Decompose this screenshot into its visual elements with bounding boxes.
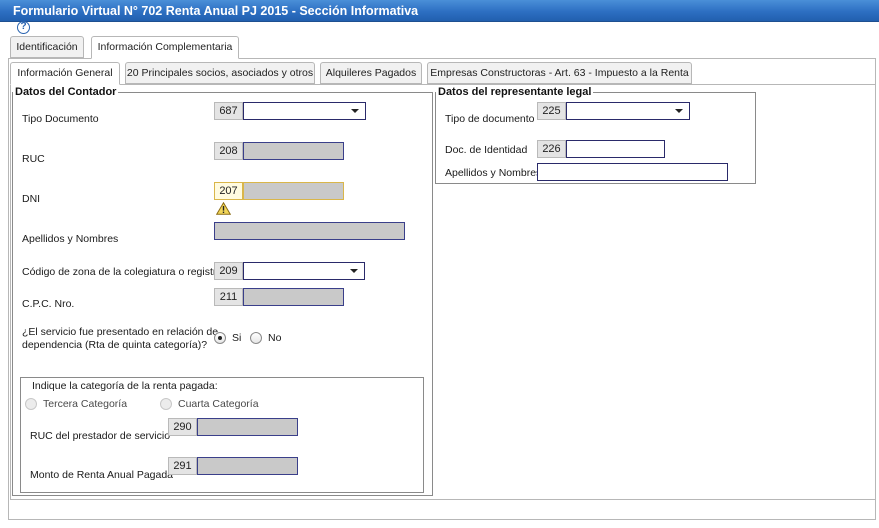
monto-renta-label: Monto de Renta Anual Pagada [30,469,174,481]
servicio-radio-no[interactable] [250,332,262,344]
cpc-input[interactable] [243,288,344,306]
servicio-label-no: No [268,332,282,344]
tipo-documento-code: 687 [214,102,243,120]
ruc-prestador-code: 290 [168,418,197,436]
servicio-label-si: Si [232,332,242,344]
colegiatura-code: 209 [214,262,243,280]
ruc-prestador-input[interactable] [197,418,298,436]
rep-tipo-documento-label: Tipo de documento [445,113,535,125]
apellidos-input[interactable] [214,222,405,240]
warning-icon [216,202,231,215]
colegiatura-label: Código de zona de la colegiatura o regis… [22,266,223,278]
rep-tipo-documento-select[interactable] [566,102,690,120]
ruc-input[interactable] [243,142,344,160]
categoria-radio-cuarta[interactable] [160,398,172,410]
tab-informacion-general[interactable]: Información General [10,62,120,85]
chevron-down-icon [675,109,683,113]
categoria-label-cuarta: Cuarta Categoría [178,398,259,410]
colegiatura-select[interactable] [243,262,365,280]
chevron-down-icon [350,269,358,273]
tab-empresas-constructoras[interactable]: Empresas Constructoras - Art. 63 - Impue… [427,62,692,84]
categoria-radio-tercera[interactable] [25,398,37,410]
servicio-question-line1: ¿El servicio fue presentado en relación … [22,326,219,338]
rep-apellidos-input[interactable] [537,163,728,181]
tab-alquileres-pagados[interactable]: Alquileres Pagados [320,62,422,84]
tab-identificacion[interactable]: Identificación [10,36,84,58]
dni-input[interactable] [243,182,344,200]
ruc-label: RUC [22,153,45,165]
servicio-radio-si[interactable] [214,332,226,344]
help-icon[interactable]: ? [17,21,30,34]
rep-doc-identidad-label: Doc. de Identidad [445,144,528,156]
rep-tipo-documento-code: 225 [537,102,566,120]
rep-doc-identidad-code: 226 [537,140,566,158]
categoria-label-tercera: Tercera Categoría [43,398,128,410]
rep-apellidos-label: Apellidos y Nombres [445,167,542,179]
dni-code: 207 [214,182,243,200]
cpc-label: C.P.C. Nro. [22,298,75,310]
chevron-down-icon [351,109,359,113]
tab-informacion-complementaria[interactable]: Información Complementaria [91,36,239,59]
dni-label: DNI [22,193,41,205]
apellidos-label: Apellidos y Nombres [22,233,119,245]
categoria-title: Indique la categoría de la renta pagada: [32,380,218,392]
tipo-documento-select[interactable] [243,102,366,120]
monto-renta-code: 291 [168,457,197,475]
rep-doc-identidad-input[interactable] [566,140,665,158]
servicio-question-line2: dependencia (Rta de quinta categoría)? [22,339,208,351]
monto-renta-input[interactable] [197,457,298,475]
representante-legend: Datos del representante legal [436,86,594,98]
ruc-code: 208 [214,142,243,160]
tab-principales-socios[interactable]: 20 Principales socios, asociados y otros [125,62,315,84]
tipo-documento-label: Tipo Documento [22,113,99,125]
ruc-prestador-label: RUC del prestador de servicio [30,430,171,442]
cpc-code: 211 [214,288,243,306]
contador-legend: Datos del Contador [13,86,119,98]
window-title: Formulario Virtual N° 702 Renta Anual PJ… [0,0,879,22]
